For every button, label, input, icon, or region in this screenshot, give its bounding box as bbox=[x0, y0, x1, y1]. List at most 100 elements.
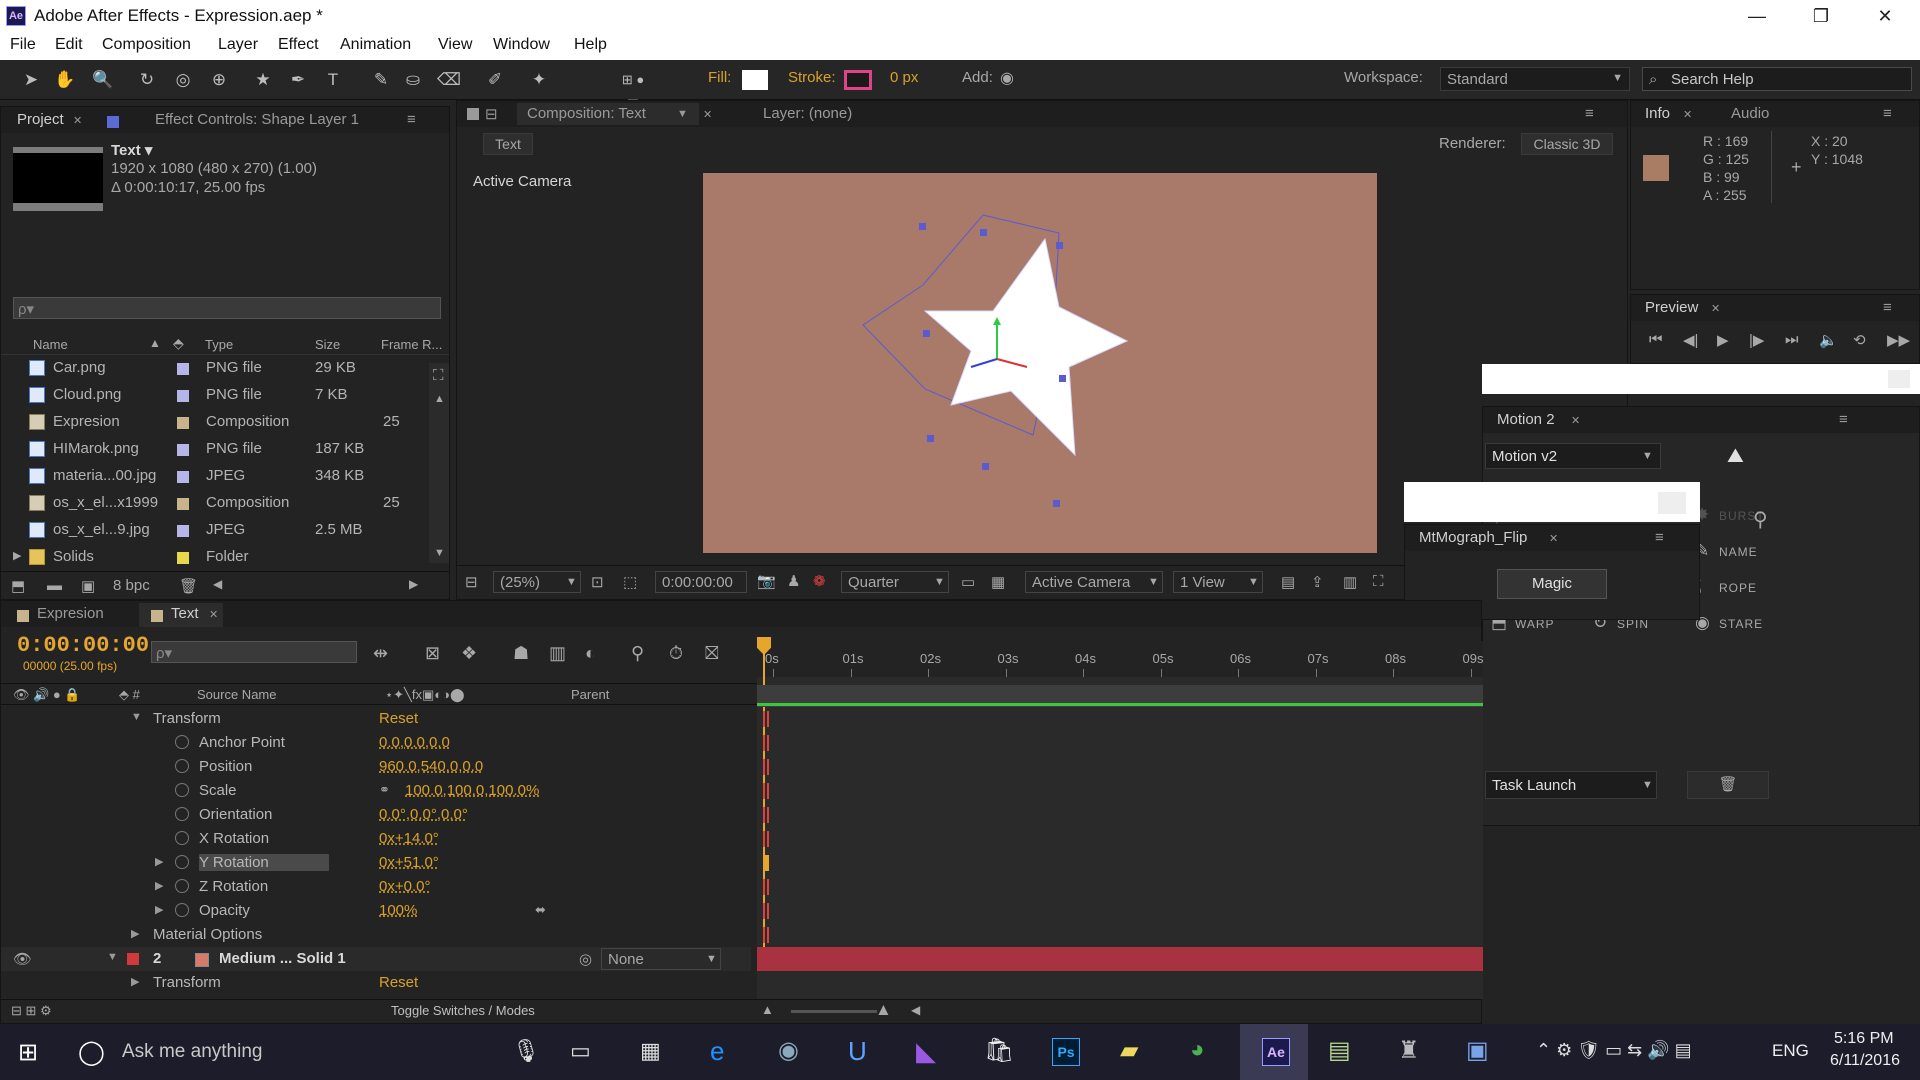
label-color[interactable] bbox=[177, 471, 189, 483]
property-row[interactable]: X Rotation 0x+14.0° bbox=[1, 827, 751, 851]
toggle-pixel-icon[interactable]: ▤ bbox=[1281, 573, 1295, 591]
label-color[interactable] bbox=[177, 363, 189, 375]
close-icon[interactable]: ✕ bbox=[1571, 414, 1580, 427]
keyframe-marker[interactable] bbox=[763, 879, 769, 895]
bpc-value[interactable]: 8 bpc bbox=[113, 577, 150, 594]
renderer-dropdown[interactable]: Classic 3D bbox=[1521, 133, 1613, 155]
store-icon[interactable]: 🛍 bbox=[984, 1036, 1014, 1065]
hand-tool-icon[interactable]: ✋ bbox=[52, 68, 78, 92]
parent-column[interactable]: Parent bbox=[571, 687, 609, 702]
zoom-out-icon[interactable]: ▲ bbox=[761, 1002, 774, 1017]
calendar-app-icon[interactable]: ▦ bbox=[640, 1038, 661, 1064]
prop-value[interactable]: 0x+0.0° bbox=[379, 878, 430, 895]
selected-item-name[interactable]: Text ▾ bbox=[111, 141, 152, 159]
keyframe-marker[interactable] bbox=[763, 711, 769, 727]
draft-3d-icon[interactable]: ⊠ bbox=[425, 643, 440, 664]
expand-arrow-icon[interactable]: ▶ bbox=[131, 975, 139, 988]
star-shape[interactable] bbox=[923, 237, 1129, 457]
parent-pickwhip-icon[interactable]: ◎ bbox=[579, 950, 592, 968]
panel-menu-icon[interactable]: ≡ bbox=[1839, 411, 1848, 428]
task-launch-dropdown[interactable]: Task Launch ▼ bbox=[1485, 771, 1657, 799]
flowchart-icon[interactable]: ⛶ bbox=[433, 367, 444, 384]
label-color[interactable] bbox=[177, 390, 189, 402]
tab-preview[interactable]: Preview bbox=[1645, 299, 1698, 316]
add-button-icon[interactable]: ◉ bbox=[1000, 68, 1014, 88]
unreal-icon[interactable]: U bbox=[848, 1036, 867, 1067]
project-item[interactable]: Expresion Composition 25 bbox=[1, 409, 411, 435]
parent-dropdown[interactable]: None ▼ bbox=[601, 948, 721, 970]
column-name[interactable]: Name bbox=[33, 337, 68, 352]
keyframe-marker[interactable] bbox=[763, 735, 769, 751]
prop-value[interactable]: 0.0°,0.0°,0.0° bbox=[379, 806, 468, 823]
prop-value[interactable]: 0.0,0.0,0.0 bbox=[379, 734, 450, 751]
cortana-search[interactable]: Ask me anything bbox=[122, 1041, 262, 1063]
motion-close-box[interactable] bbox=[1888, 370, 1910, 388]
region-of-interest-icon[interactable]: ▭ bbox=[961, 573, 975, 591]
label-color[interactable] bbox=[177, 498, 189, 510]
stopwatch-icon[interactable] bbox=[175, 855, 189, 869]
scroll-right-icon[interactable]: ▶ bbox=[409, 577, 418, 591]
pen-tool-icon[interactable]: ✒ bbox=[285, 68, 311, 92]
expand-arrow-icon[interactable]: ▼ bbox=[107, 951, 118, 963]
scroll-left-icon[interactable]: ◀ bbox=[911, 1003, 920, 1017]
prop-value[interactable]: 0x+14.0° bbox=[379, 830, 439, 847]
shy-layers-icon[interactable]: ❖ bbox=[461, 643, 477, 664]
comp-breadcrumb[interactable]: Text bbox=[483, 133, 533, 155]
transparency-grid-icon[interactable]: ▦ bbox=[991, 573, 1005, 591]
eraser-tool-icon[interactable]: ⌫ bbox=[436, 68, 462, 92]
last-frame-icon[interactable]: ⏭ bbox=[1785, 331, 1799, 348]
label-tag-icon[interactable]: ⬘ bbox=[173, 335, 184, 352]
views-dropdown[interactable]: 1 View ▼ bbox=[1173, 571, 1263, 593]
roto-brush-icon[interactable]: ✐ bbox=[482, 68, 508, 92]
project-item[interactable]: os_x_el...x1999 Composition 25 bbox=[1, 490, 411, 516]
flowchart-icon[interactable]: ⛶ bbox=[1373, 573, 1384, 590]
fill-swatch[interactable] bbox=[742, 70, 768, 90]
motion-rope-button[interactable]: ⟆ROPE bbox=[1695, 575, 1791, 603]
layer-row-2[interactable]: 👁 ▼ 2 Medium ... Solid 1 ◎ None ▼ bbox=[1, 947, 751, 971]
keyframe-marker[interactable] bbox=[763, 903, 769, 919]
steam-icon[interactable]: ◉ bbox=[778, 1036, 799, 1065]
notes-icon[interactable]: ▤ bbox=[1328, 1036, 1351, 1065]
menu-help[interactable]: Help bbox=[574, 36, 607, 54]
prop-value[interactable]: 960.0,540.0,0.0 bbox=[379, 758, 483, 775]
edge-icon[interactable]: e bbox=[710, 1036, 724, 1067]
label-color[interactable] bbox=[177, 444, 189, 456]
stopwatch-icon[interactable] bbox=[175, 759, 189, 773]
rotate-tool-icon[interactable]: ↻ bbox=[134, 68, 160, 92]
type-tool-icon[interactable]: T bbox=[320, 68, 346, 92]
column-size[interactable]: Size bbox=[315, 337, 340, 352]
comp-canvas[interactable] bbox=[703, 173, 1377, 553]
graph-toggle-icon[interactable]: ⛝ bbox=[705, 643, 719, 664]
motion-name-button[interactable]: ✎ NAME bbox=[1695, 539, 1791, 567]
current-time-field[interactable]: 0:00:00:00 bbox=[655, 571, 747, 593]
menu-effect[interactable]: Effect bbox=[278, 36, 319, 54]
property-row[interactable]: Scale ⚭ 100.0,100.0,100.0% bbox=[1, 779, 751, 803]
project-item[interactable]: Cloud.png PNG file 7 KB bbox=[1, 382, 411, 408]
brainstorm-icon[interactable]: ◐ bbox=[585, 643, 596, 664]
new-folder-icon[interactable]: ▬ bbox=[47, 577, 62, 594]
pan-behind-icon[interactable]: ⊕ bbox=[206, 68, 232, 92]
photoshop-icon[interactable]: Ps bbox=[1052, 1038, 1080, 1066]
keyframe-marker[interactable] bbox=[763, 807, 769, 823]
search-help-input[interactable]: ⌕ Search Help bbox=[1642, 67, 1912, 91]
timeline-tracks[interactable]: 0s 01s 02s 03s 04s 05s 06s 07s 08s 09s bbox=[757, 637, 1483, 999]
tab-effect-controls[interactable]: Effect Controls: Shape Layer 1 bbox=[155, 111, 359, 128]
keyframe-marker[interactable] bbox=[763, 783, 769, 799]
footer-toggle-icons[interactable]: ⊟ ⊞ ⚙ bbox=[11, 1003, 52, 1019]
system-tray-icons[interactable]: ⌃ ⚙ 🛡 ▭ ⇆ 🔊 ▤ bbox=[1536, 1040, 1692, 1061]
first-frame-icon[interactable]: ⏮ bbox=[1649, 331, 1663, 348]
panel-menu-icon[interactable]: ≡ bbox=[1883, 105, 1892, 122]
prev-frame-icon[interactable]: ◀| bbox=[1683, 331, 1698, 349]
expand-arrow-icon[interactable]: ▶ bbox=[13, 549, 21, 562]
label-color[interactable] bbox=[177, 552, 189, 564]
tab-composition[interactable]: Composition: Text bbox=[527, 105, 646, 122]
scroll-down-icon[interactable]: ▼ bbox=[434, 547, 445, 559]
layer-name[interactable]: Medium ... Solid 1 bbox=[219, 950, 346, 967]
windows-start-icon[interactable]: ⊞ bbox=[18, 1038, 38, 1067]
clone-stamp-icon[interactable]: ⛀ bbox=[400, 68, 426, 92]
project-scrollbar[interactable]: ⛶ ▲ ▼ bbox=[429, 363, 449, 563]
zoom-tool-icon[interactable]: 🔍 bbox=[90, 68, 116, 92]
stopwatch-icon[interactable] bbox=[175, 903, 189, 917]
close-icon[interactable]: ✕ bbox=[1711, 302, 1720, 315]
cortana-icon[interactable]: ◯ bbox=[78, 1038, 105, 1067]
